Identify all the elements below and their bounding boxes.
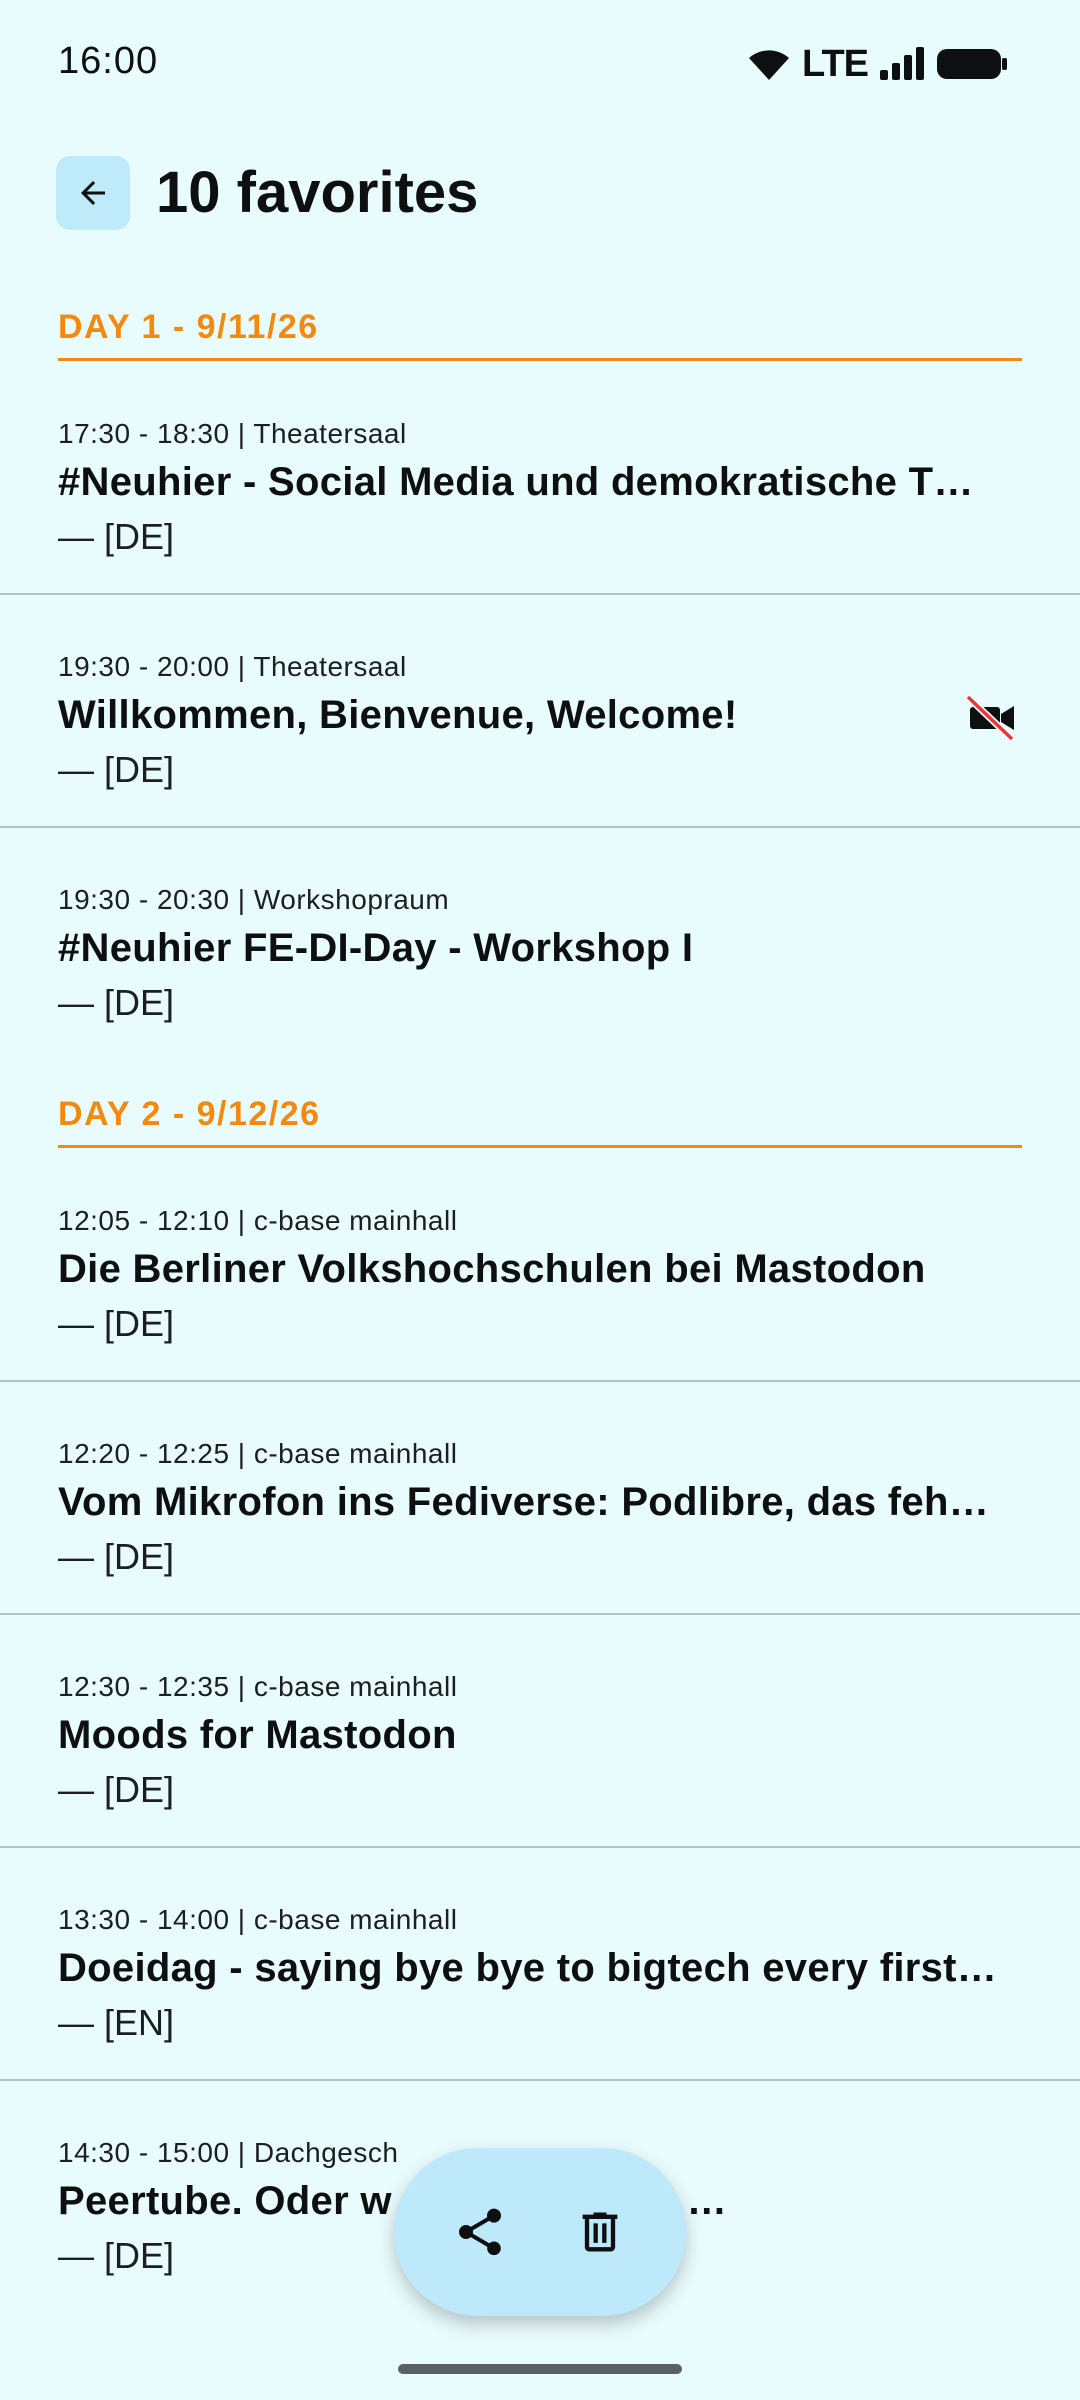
session-time-room: 19:30 - 20:30 | Workshopraum — [58, 884, 450, 915]
session-title: Moods for Mastodon — [58, 1713, 457, 1757]
session-time-room: 17:30 - 18:30 | Theatersaal — [58, 418, 407, 449]
list-item[interactable]: 19:30 - 20:00 | Theatersaal Willkommen, … — [0, 595, 1080, 828]
day-label: DAY 2 - 9/12/26 — [58, 1095, 321, 1133]
network-type: LTE — [802, 42, 869, 85]
session-title: Vom Mikrofon ins Fediverse: Podlibre, da… — [58, 1480, 990, 1524]
day-header: DAY 2 - 9/12/26 — [0, 1061, 1080, 1165]
status-time: 16:00 — [58, 40, 159, 82]
share-button[interactable] — [452, 2204, 508, 2260]
list-item[interactable]: 17:30 - 18:30 | Theatersaal #Neuhier - S… — [0, 362, 1080, 595]
back-button[interactable] — [56, 156, 130, 230]
status-icons: LTE — [746, 42, 1008, 86]
session-language: — [DE] — [58, 1769, 175, 1810]
videocam-off-icon — [965, 694, 1015, 741]
list-item[interactable]: 13:30 - 14:00 | c-base mainhall Doeidag … — [0, 1848, 1080, 2081]
day-divider — [58, 358, 1022, 361]
share-icon — [459, 2208, 501, 2256]
status-bar: 16:00 LTE — [0, 0, 1080, 128]
session-time-room: 14:30 - 15:00 | Dachgesch — [58, 2137, 399, 2168]
arrow-back-icon — [81, 181, 105, 205]
list-item[interactable]: 12:20 - 12:25 | c-base mainhall Vom Mikr… — [0, 1382, 1080, 1615]
list-item[interactable]: 19:30 - 20:30 | Workshopraum #Neuhier FE… — [0, 828, 1080, 1061]
page-title: 10 favorites — [156, 160, 479, 225]
day-label: DAY 1 - 9/11/26 — [58, 308, 319, 346]
session-title: #Neuhier FE-DI-Day - Workshop I — [58, 926, 694, 970]
session-language: — [DE] — [58, 1303, 175, 1344]
session-time-room: 12:30 - 12:35 | c-base mainhall — [58, 1671, 458, 1702]
home-indicator[interactable] — [398, 2364, 682, 2374]
session-language: — [EN] — [58, 2002, 175, 2043]
trash-icon — [582, 2212, 618, 2252]
session-time-room: 12:20 - 12:25 | c-base mainhall — [58, 1438, 458, 1469]
favorites-list[interactable]: DAY 1 - 9/11/26 17:30 - 18:30 | Theaters… — [0, 258, 1080, 2314]
session-language: — [DE] — [58, 1536, 175, 1577]
day-divider — [58, 1145, 1022, 1148]
session-time-room: 19:30 - 20:00 | Theatersaal — [58, 651, 407, 682]
day-header: DAY 1 - 9/11/26 — [0, 258, 1080, 362]
favorites-actions-fab — [394, 2148, 686, 2316]
session-language: — [DE] — [58, 749, 175, 790]
app-bar: 10 favorites — [0, 128, 1080, 258]
session-time-room: 13:30 - 14:00 | c-base mainhall — [58, 1904, 458, 1935]
session-title: Willkommen, Bienvenue, Welcome! — [58, 693, 738, 737]
session-title: Doeidag - saying bye bye to bigtech ever… — [58, 1946, 998, 1990]
session-language: — [DE] — [58, 982, 175, 1023]
session-time-room: 12:05 - 12:10 | c-base mainhall — [58, 1205, 458, 1236]
session-title: Die Berliner Volkshochschulen bei Mastod… — [58, 1247, 926, 1291]
session-language: — [DE] — [58, 516, 175, 557]
session-title: #Neuhier - Social Media und demokratisch… — [58, 460, 974, 504]
battery-icon — [937, 49, 1007, 79]
signal-icon — [880, 47, 924, 80]
wifi-icon — [749, 50, 790, 80]
delete-button[interactable] — [572, 2204, 628, 2260]
list-item[interactable]: 12:05 - 12:10 | c-base mainhall Die Berl… — [0, 1165, 1080, 1382]
session-language: — [DE] — [58, 2235, 175, 2276]
list-item[interactable]: 12:30 - 12:35 | c-base mainhall Moods fo… — [0, 1615, 1080, 1848]
